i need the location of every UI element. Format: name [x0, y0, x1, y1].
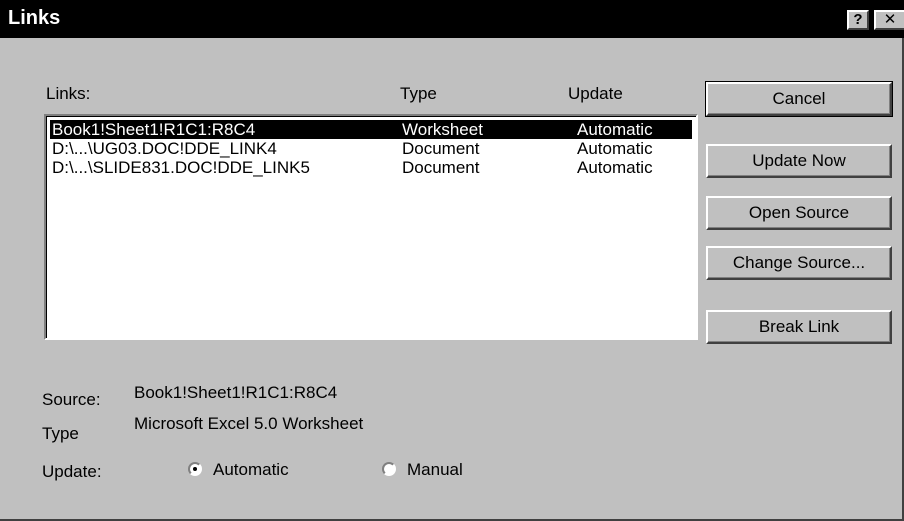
help-button[interactable]: ?	[847, 10, 869, 30]
link-name: D:\...\SLIDE831.DOC!DDE_LINK5	[52, 158, 310, 177]
list-item[interactable]: D:\...\UG03.DOC!DDE_LINK4 Document Autom…	[50, 139, 692, 158]
type-value: Microsoft Excel 5.0 Worksheet	[134, 414, 364, 433]
manual-radio[interactable]	[382, 462, 396, 476]
link-update: Automatic	[577, 158, 653, 177]
radio-selected-dot	[193, 467, 197, 471]
source-label: Source:	[42, 390, 101, 409]
title-bar: Links ? ✕	[0, 0, 904, 38]
update-column-header: Update	[568, 84, 623, 103]
cancel-button[interactable]: Cancel	[705, 81, 893, 117]
change-source-button[interactable]: Change Source...	[706, 246, 892, 280]
automatic-radio-label[interactable]: Automatic	[213, 460, 289, 480]
link-type: Worksheet	[402, 120, 483, 139]
close-button[interactable]: ✕	[874, 10, 904, 30]
update-label: Update:	[42, 462, 102, 481]
link-update: Automatic	[577, 120, 653, 139]
close-icon: ✕	[883, 11, 897, 28]
open-source-button[interactable]: Open Source	[706, 196, 892, 230]
links-column-header: Links:	[46, 84, 91, 103]
type-column-header: Type	[400, 84, 437, 103]
link-name: D:\...\UG03.DOC!DDE_LINK4	[52, 139, 277, 158]
manual-radio-label[interactable]: Manual	[407, 460, 463, 480]
source-value: Book1!Sheet1!R1C1:R8C4	[134, 383, 338, 402]
links-list[interactable]: Book1!Sheet1!R1C1:R8C4 Worksheet Automat…	[44, 114, 698, 340]
link-update: Automatic	[577, 139, 653, 158]
type-label: Type	[42, 424, 79, 443]
link-type: Document	[402, 139, 480, 158]
help-icon: ?	[853, 11, 863, 28]
link-type: Document	[402, 158, 480, 177]
list-item[interactable]: D:\...\SLIDE831.DOC!DDE_LINK5 Document A…	[50, 158, 692, 177]
dialog-title: Links	[8, 7, 61, 29]
automatic-radio[interactable]	[188, 462, 202, 476]
links-dialog: Links ? ✕ Links: Type Update Book1!Sheet…	[0, 0, 904, 521]
link-name: Book1!Sheet1!R1C1:R8C4	[52, 120, 256, 139]
list-item[interactable]: Book1!Sheet1!R1C1:R8C4 Worksheet Automat…	[50, 120, 692, 139]
break-link-button[interactable]: Break Link	[706, 310, 892, 344]
update-now-button[interactable]: Update Now	[706, 144, 892, 178]
